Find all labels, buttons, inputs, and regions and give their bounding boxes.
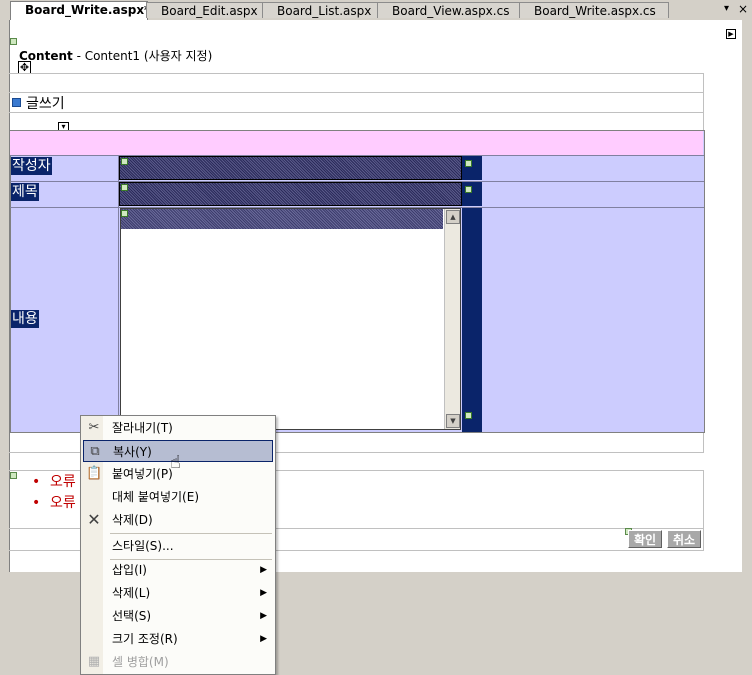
menu-item-label: 삭제(L) [112, 586, 151, 600]
menu-item-label: 복사(Y) [113, 445, 152, 459]
delete-icon: ✕ [87, 510, 101, 529]
textarea-scrollbar[interactable]: ▲ ▼ [444, 209, 460, 429]
ok-button[interactable]: 확인 [628, 530, 662, 548]
menu-item-label: 크기 조정(R) [112, 632, 178, 646]
error-item: 오류 [30, 493, 76, 514]
submenu-arrow-icon: ▶ [260, 588, 267, 598]
error-item: 오류 [30, 472, 76, 493]
validator-glyph-icon [465, 412, 472, 419]
menu-item-merge-cells[interactable]: ▦ 셀 병합(M) [83, 651, 273, 673]
divider [9, 112, 704, 113]
smart-tag-arrow-icon[interactable]: ▶ [726, 29, 736, 39]
surface-right-edge [742, 20, 752, 572]
tab-board-write-aspx-cs[interactable]: Board_Write.aspx.cs [519, 2, 669, 18]
menu-item-label: 삭제(D) [112, 513, 153, 527]
divider [703, 470, 704, 550]
tab-label: Board_Write.aspx.cs [534, 4, 656, 18]
menu-item-delete-sub[interactable]: 삭제(L) ▶ [83, 582, 273, 604]
cancel-button[interactable]: 취소 [667, 530, 701, 548]
subject-input[interactable] [119, 182, 462, 206]
menu-item-label: 붙여넣기(P) [112, 467, 173, 481]
copy-icon: ⧉ [90, 444, 100, 459]
merge-cells-icon: ▦ [87, 654, 101, 669]
cut-icon: ✂ [88, 420, 100, 435]
tab-board-view-aspx-cs[interactable]: Board_View.aspx.cs [377, 2, 521, 18]
validation-summary-glyph-icon [10, 472, 17, 479]
tab-board-edit-aspx[interactable]: Board_Edit.aspx [146, 2, 264, 18]
submenu-arrow-icon: ▶ [260, 565, 267, 575]
body-label: 내용 [11, 310, 39, 328]
submenu-arrow-icon: ▶ [260, 634, 267, 644]
validator-glyph-icon [465, 186, 472, 193]
textarea-selection [121, 209, 443, 229]
menu-item-delete[interactable]: ✕ 삭제(D) [83, 509, 273, 531]
tab-label: Board_List.aspx [277, 4, 372, 18]
document-tab-strip: Board_Write.aspx* Board_Edit.aspx Board_… [0, 0, 752, 20]
tab-label: Board_Write.aspx* [25, 3, 151, 17]
divider [9, 73, 704, 74]
control-glyph-icon [121, 210, 128, 217]
menu-item-select[interactable]: 선택(S) ▶ [83, 605, 273, 627]
menu-item-insert[interactable]: 삽입(I) ▶ [83, 559, 273, 581]
menu-item-resize[interactable]: 크기 조정(R) ▶ [83, 628, 273, 650]
menu-item-label: 삽입(I) [112, 563, 147, 577]
menu-item-label: 선택(S) [112, 609, 152, 623]
body-textarea[interactable]: ▲ ▼ [120, 208, 461, 430]
form-header-row [10, 131, 703, 156]
control-glyph-icon [121, 184, 128, 191]
divider [9, 92, 704, 93]
content-title: Content - Content1 (사용자 지정) [19, 47, 212, 64]
validation-summary: 오류 오류 [30, 472, 76, 514]
menu-item-label: 대체 붙여넣기(E) [112, 490, 200, 504]
content-placeholder-header: Content - Content1 (사용자 지정) [9, 45, 742, 75]
menu-item-paste-alternate[interactable]: 대체 붙여넣기(E) [83, 486, 273, 508]
close-icon[interactable]: × [738, 2, 748, 16]
control-glyph-icon [10, 38, 17, 45]
menu-item-label: 잘라내기(T) [112, 421, 173, 435]
page-title: 글쓰기 [26, 96, 65, 112]
scroll-down-icon[interactable]: ▼ [446, 414, 460, 428]
subject-label: 제목 [11, 183, 39, 201]
tab-label: Board_Edit.aspx [161, 4, 258, 18]
menu-item-style[interactable]: 스타일(S)... [83, 535, 273, 557]
submenu-arrow-icon: ▶ [260, 611, 267, 621]
label-control-icon [12, 98, 21, 107]
paste-icon: 📋 [86, 466, 103, 481]
tab-dropdown-icon[interactable]: ▾ [724, 3, 729, 14]
mouse-pointer-icon: ☝ [170, 452, 181, 473]
menu-separator [110, 533, 272, 534]
writer-label: 작성자 [11, 157, 52, 175]
tab-board-write-aspx[interactable]: Board_Write.aspx* [10, 1, 151, 20]
tab-board-list-aspx[interactable]: Board_List.aspx [262, 2, 379, 18]
control-glyph-icon [121, 158, 128, 165]
scroll-up-icon[interactable]: ▲ [446, 210, 460, 224]
validator-cell [462, 208, 482, 432]
tab-label: Board_View.aspx.cs [392, 4, 510, 18]
content-suffix: - Content1 (사용자 지정) [72, 49, 213, 63]
menu-item-cut[interactable]: ✂ 잘라내기(T) [83, 417, 273, 439]
menu-item-label: 셀 병합(M) [112, 655, 169, 669]
menu-item-label: 스타일(S)... [112, 539, 174, 553]
window-controls: ▾ × [722, 2, 752, 18]
validator-glyph-icon [465, 160, 472, 167]
writer-input[interactable] [119, 156, 462, 180]
